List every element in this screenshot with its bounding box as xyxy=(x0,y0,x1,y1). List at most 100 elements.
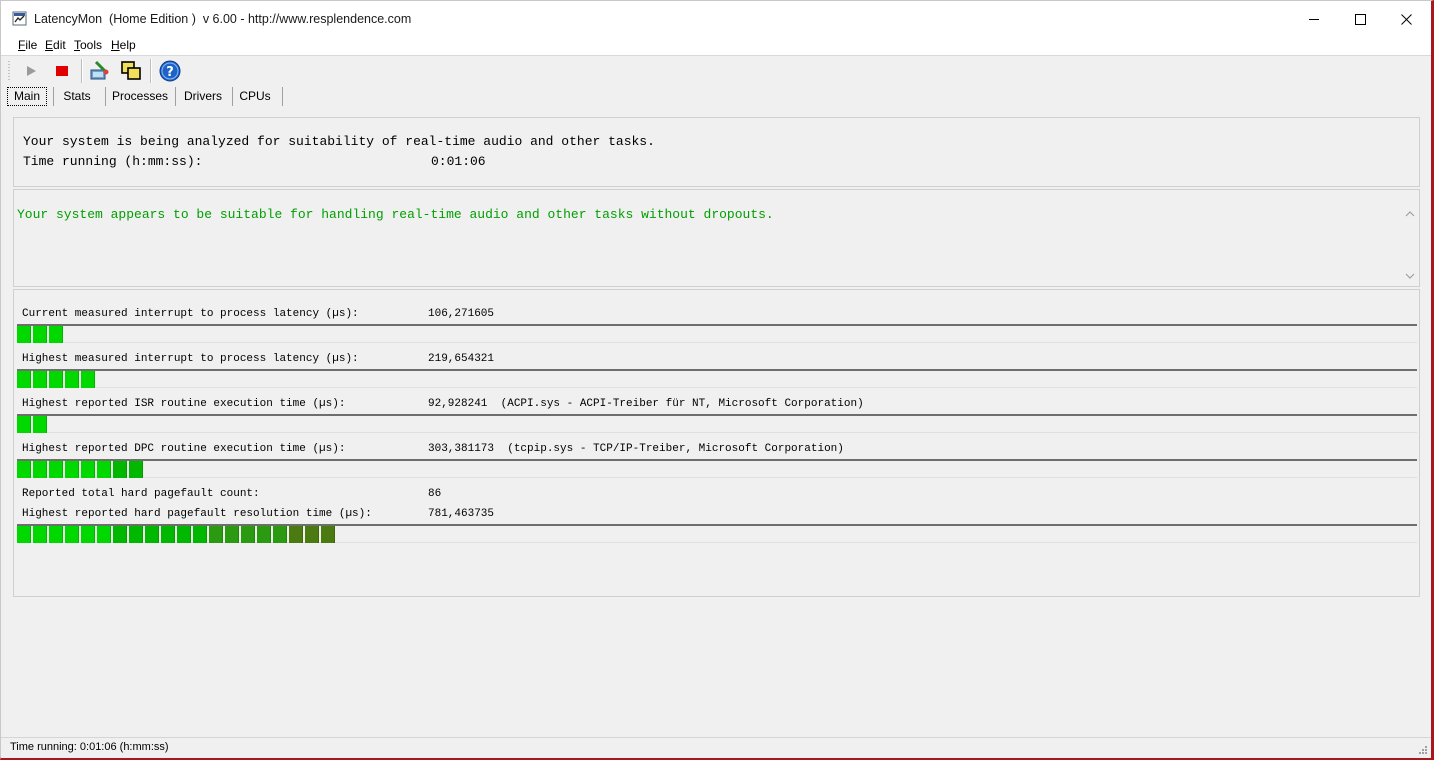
help-button[interactable]: ? xyxy=(158,59,182,83)
metric-label: Current measured interrupt to process la… xyxy=(22,308,359,320)
bar-segment xyxy=(33,526,47,543)
latencymon-icon xyxy=(12,11,27,26)
bar-segment xyxy=(65,526,79,543)
bar-segment xyxy=(17,326,31,343)
bar-segment xyxy=(17,416,31,433)
scroll-up-icon[interactable] xyxy=(1405,209,1415,219)
bar-segment xyxy=(81,461,95,478)
close-icon xyxy=(1400,13,1412,25)
metric-value: 781,463735 xyxy=(428,508,495,520)
resize-grip-icon[interactable] xyxy=(1417,744,1427,754)
bar-segment xyxy=(161,526,175,543)
bar-segment xyxy=(33,416,47,433)
bar-segment xyxy=(49,461,63,478)
latency-bar-fill xyxy=(17,371,97,388)
minimize-icon xyxy=(1308,18,1319,20)
windows-icon xyxy=(121,61,141,80)
scroll-down-icon[interactable] xyxy=(1405,271,1415,281)
cleanup-button[interactable] xyxy=(87,59,111,83)
start-button[interactable] xyxy=(19,59,43,83)
bar-segment xyxy=(33,461,47,478)
bar-segment xyxy=(97,461,111,478)
toolbar-separator xyxy=(150,59,152,83)
bar-segment xyxy=(97,526,111,543)
latency-bar xyxy=(17,459,1417,478)
latency-bar xyxy=(17,324,1417,343)
bar-segment xyxy=(145,526,159,543)
toolbar: ? xyxy=(1,56,1431,86)
close-button[interactable] xyxy=(1383,1,1429,37)
latency-bar-fill xyxy=(17,461,145,478)
menu-edit[interactable]: Edit xyxy=(45,38,66,52)
latency-bar-fill xyxy=(17,416,49,433)
verdict-panel[interactable]: Your system appears to be suitable for h… xyxy=(13,189,1420,287)
bar-segment xyxy=(241,526,255,543)
time-running-label: Time running (h:mm:ss): xyxy=(23,154,203,169)
bar-segment xyxy=(49,326,63,343)
tab-stats[interactable]: Stats xyxy=(56,87,98,106)
verdict-text: Your system appears to be suitable for h… xyxy=(17,207,774,222)
latency-bar-fill xyxy=(17,526,337,543)
tab-drivers[interactable]: Drivers xyxy=(179,87,227,106)
cleanup-icon xyxy=(90,60,109,80)
bar-segment xyxy=(65,371,79,388)
title-bar[interactable]: LatencyMon (Home Edition ) v 6.00 - http… xyxy=(1,1,1431,37)
status-bar: Time running: 0:01:06 (h:mm:ss) xyxy=(1,737,1431,758)
bar-segment xyxy=(129,526,143,543)
bar-segment xyxy=(113,461,127,478)
bar-segment xyxy=(113,526,127,543)
tab-processes[interactable]: Processes xyxy=(109,87,171,106)
metric-value: 92,928241 (ACPI.sys - ACPI-Treiber für N… xyxy=(428,398,864,410)
maximize-button[interactable] xyxy=(1337,1,1383,37)
latencymon-window: LatencyMon (Home Edition ) v 6.00 - http… xyxy=(0,0,1434,760)
minimize-button[interactable] xyxy=(1291,1,1337,37)
metric-label: Highest measured interrupt to process la… xyxy=(22,353,359,365)
bar-segment xyxy=(17,371,31,388)
bar-segment xyxy=(49,526,63,543)
metric-label: Highest reported ISR routine execution t… xyxy=(22,398,346,410)
bar-segment xyxy=(33,371,47,388)
bar-segment xyxy=(17,461,31,478)
metric-value: 86 xyxy=(428,488,442,500)
bar-segment xyxy=(273,526,287,543)
statusbar-text: Time running: 0:01:06 (h:mm:ss) xyxy=(10,741,169,753)
toolbar-grip[interactable] xyxy=(8,60,10,82)
windows-button[interactable] xyxy=(119,59,143,83)
help-icon: ? xyxy=(159,60,181,82)
menu-help[interactable]: Help xyxy=(111,38,136,52)
bar-segment xyxy=(257,526,271,543)
tab-separator xyxy=(175,87,176,106)
bar-segment xyxy=(17,526,31,543)
tab-bar: Main Stats Processes Drivers CPUs xyxy=(1,85,1431,107)
metric-value: 219,654321 xyxy=(428,353,495,365)
bar-segment xyxy=(193,526,207,543)
svg-text:?: ? xyxy=(166,65,174,80)
bar-segment xyxy=(289,526,303,543)
latency-bar xyxy=(17,414,1417,433)
tab-cpus[interactable]: CPUs xyxy=(235,87,275,106)
bar-segment xyxy=(65,461,79,478)
bar-segment xyxy=(305,526,319,543)
window-title: LatencyMon (Home Edition ) v 6.00 - http… xyxy=(34,12,412,26)
bar-segment xyxy=(129,461,143,478)
tab-separator xyxy=(53,87,54,106)
menu-tools[interactable]: Tools xyxy=(74,38,102,52)
menu-bar: File Edit Tools Help xyxy=(1,37,1431,55)
tab-separator xyxy=(232,87,233,106)
menu-file[interactable]: File xyxy=(18,38,37,52)
metric-label: Reported total hard pagefault count: xyxy=(22,488,260,500)
latency-bar-fill xyxy=(17,326,65,343)
bar-segment xyxy=(321,526,335,543)
stop-button[interactable] xyxy=(50,59,74,83)
analysis-status-panel: Your system is being analyzed for suitab… xyxy=(13,117,1420,187)
tab-main[interactable]: Main xyxy=(8,87,46,106)
metric-value: 303,381173 (tcpip.sys - TCP/IP-Treiber, … xyxy=(428,443,844,455)
latency-bar xyxy=(17,369,1417,388)
analysis-status-text: Your system is being analyzed for suitab… xyxy=(23,134,655,149)
play-icon xyxy=(27,66,36,76)
latency-bar xyxy=(17,524,1417,543)
metric-label: Highest reported hard pagefault resoluti… xyxy=(22,508,372,520)
bar-segment xyxy=(209,526,223,543)
metric-value: 106,271605 xyxy=(428,308,495,320)
tab-separator xyxy=(282,87,283,106)
